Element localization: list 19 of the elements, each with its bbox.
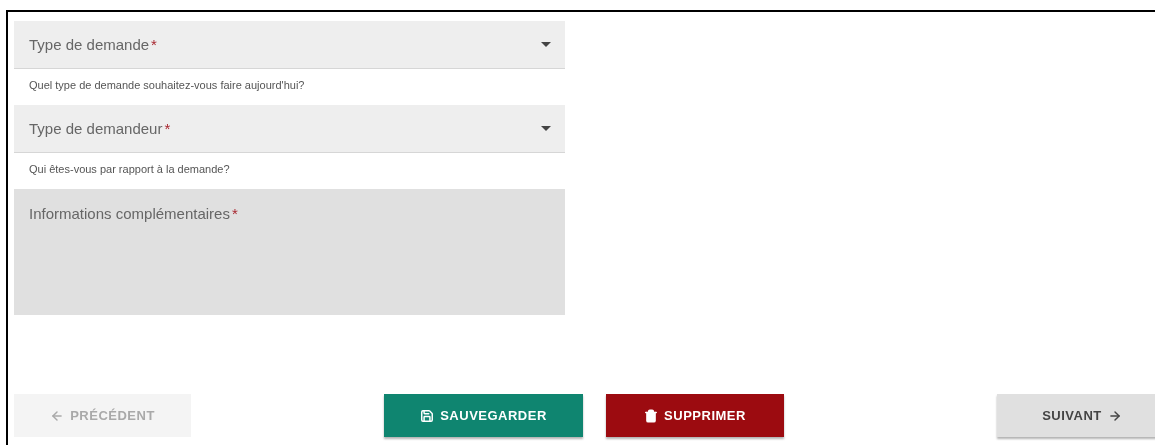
required-mark: *	[151, 36, 157, 53]
select-field[interactable]: Type de demandeur*	[14, 105, 565, 153]
next-button[interactable]: SUIVANT	[997, 394, 1155, 437]
field-label: Type de demandeur	[29, 120, 163, 137]
required-mark: *	[231, 205, 238, 222]
select-field[interactable]: Type de demande*	[14, 21, 565, 69]
dropdown-caret-icon	[541, 126, 551, 131]
trash-icon	[644, 408, 659, 423]
arrow-left-icon	[50, 408, 65, 423]
arrow-right-icon	[1107, 408, 1122, 423]
field-label: Informations complémentaires	[29, 205, 230, 222]
delete-button[interactable]: SUPPRIMER	[606, 394, 784, 437]
save-button[interactable]: SAUVEGARDER	[384, 394, 583, 437]
helper-text: Quel type de demande souhaitez-vous faire aujourd'hui?	[28, 78, 306, 93]
text-area-field[interactable]: Informations complémentaires*	[14, 189, 565, 315]
dropdown-caret-icon	[541, 42, 551, 47]
field-label: Type de demande	[29, 36, 150, 53]
helper-text: Qui êtes-vous par rapport à la demande?	[28, 162, 231, 177]
required-mark: *	[164, 120, 171, 137]
